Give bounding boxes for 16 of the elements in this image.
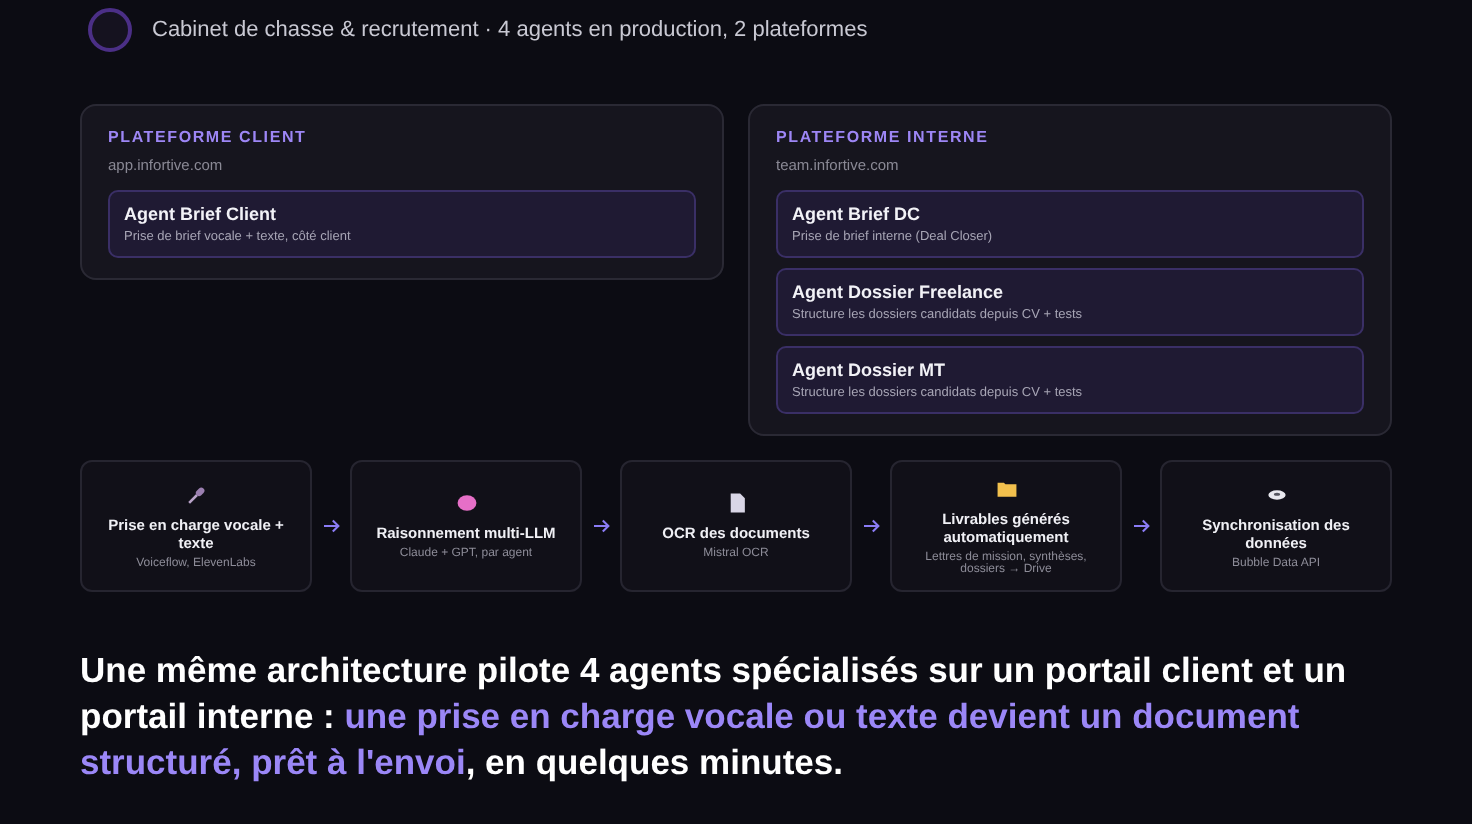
arrow-icon [591, 518, 611, 534]
microphone-icon [185, 483, 207, 505]
arrow-icon [861, 518, 881, 534]
agent-name: Agent Dossier MT [792, 360, 948, 380]
platform-title: PLATEFORME CLIENT [108, 128, 309, 146]
platform-title: PLATEFORME INTERNE [776, 128, 991, 146]
agent-name: Agent Brief Client [124, 204, 279, 224]
document-icon [725, 492, 747, 514]
summary-paragraph: Une même architecture pilote 4 agents spécialisés sur un portail client et un portail interne : une prise en charge vocale ou texte devient un document structuré, prêt à l'envoi, en quelques minutes. [80, 648, 1349, 786]
header-subtitle: Cabinet de chasse & recrutement · 4 agents en production, 2 plateformes [152, 18, 868, 42]
arrow-icon [321, 518, 341, 534]
agent-name: Agent Dossier Freelance [792, 282, 1006, 302]
arrow-icon [1131, 518, 1151, 534]
folder-icon [995, 477, 1017, 499]
agent-name: Agent Brief DC [792, 204, 923, 224]
logo-icon [88, 8, 132, 52]
